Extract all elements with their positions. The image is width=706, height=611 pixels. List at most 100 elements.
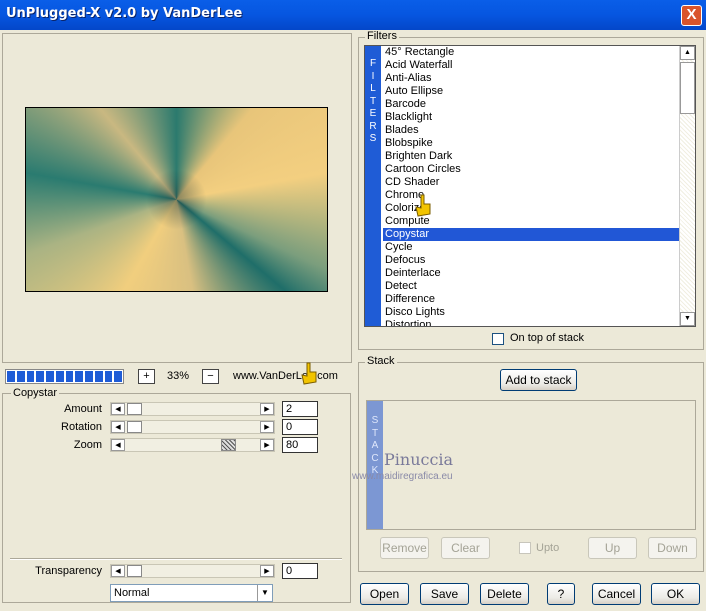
filter-item[interactable]: Blades bbox=[383, 124, 680, 137]
slider-right-arrow-icon[interactable]: ▶ bbox=[260, 421, 274, 433]
blend-mode-select[interactable]: Normal ▼ bbox=[110, 584, 273, 602]
help-button[interactable]: ? bbox=[547, 583, 575, 605]
rotation-slider-thumb[interactable] bbox=[127, 421, 142, 433]
chevron-down-icon[interactable]: ▼ bbox=[257, 585, 272, 601]
cancel-button[interactable]: Cancel bbox=[592, 583, 641, 605]
slider-right-arrow-icon[interactable]: ▶ bbox=[260, 403, 274, 415]
zoom-level: 33% bbox=[166, 370, 190, 382]
band-letter: R bbox=[369, 120, 377, 132]
slider-right-arrow-icon[interactable]: ▶ bbox=[260, 565, 274, 577]
preview-panel bbox=[2, 33, 352, 363]
filters-scrollbar[interactable]: ▲ ▼ bbox=[679, 46, 695, 326]
param-label-transparency: Transparency bbox=[35, 565, 102, 577]
website-link[interactable]: www.VanDerLee.com bbox=[233, 370, 338, 382]
zoom-in-button[interactable]: + bbox=[138, 369, 155, 384]
progress-segment bbox=[65, 371, 74, 382]
rotation-input[interactable]: 0 bbox=[282, 419, 318, 435]
filter-item[interactable]: Disco Lights bbox=[383, 306, 680, 319]
filter-item[interactable]: Detect bbox=[383, 280, 680, 293]
on-top-checkbox[interactable] bbox=[492, 333, 504, 345]
progress-segment bbox=[94, 371, 103, 382]
zoom-slider[interactable]: ◀ ▶ bbox=[110, 438, 275, 452]
params-group-label: Copystar bbox=[11, 387, 60, 399]
filters-items: 45° Rectangle Acid Waterfall Anti-Alias Aut… bbox=[383, 46, 680, 326]
on-top-label: On top of stack bbox=[510, 332, 584, 344]
filter-item[interactable]: Difference bbox=[383, 293, 680, 306]
param-label-zoom: Zoom bbox=[73, 439, 102, 451]
band-letter: S bbox=[371, 415, 379, 426]
filters-list[interactable]: FILTERS 45° Rectangle Acid Waterfall Anti-… bbox=[364, 45, 696, 327]
band-letter: A bbox=[371, 440, 379, 451]
remove-button[interactable]: Remove bbox=[380, 537, 429, 559]
param-label-amount: Amount bbox=[64, 403, 102, 415]
progress-segment bbox=[85, 371, 93, 382]
filter-item[interactable]: Blobspike bbox=[383, 137, 680, 150]
zoom-out-button[interactable]: − bbox=[202, 369, 219, 384]
progress-segment bbox=[75, 371, 83, 382]
band-letter: C bbox=[371, 452, 379, 464]
filter-item[interactable]: Brighten Dark bbox=[383, 150, 680, 163]
slider-left-arrow-icon[interactable]: ◀ bbox=[111, 403, 125, 415]
add-to-stack-button[interactable]: Add to stack bbox=[500, 369, 577, 391]
amount-slider[interactable]: ◀ ▶ bbox=[110, 402, 275, 416]
filter-item[interactable]: Blacklight bbox=[383, 111, 680, 124]
band-letter: I bbox=[371, 70, 375, 82]
filter-item[interactable]: Distortion bbox=[383, 319, 680, 326]
watermark-url: www.maidiregrafica.eu bbox=[352, 471, 453, 482]
stack-band: STACK bbox=[367, 401, 383, 529]
filters-scroll-thumb[interactable] bbox=[680, 62, 695, 114]
progress-segment bbox=[104, 371, 113, 382]
slider-left-arrow-icon[interactable]: ◀ bbox=[111, 421, 125, 433]
open-button[interactable]: Open bbox=[360, 583, 409, 605]
filter-item[interactable]: Deinterlace bbox=[383, 267, 680, 280]
filter-item[interactable]: Auto Ellipse bbox=[383, 85, 680, 98]
transparency-slider-thumb[interactable] bbox=[127, 565, 142, 577]
filters-band: FILTERS bbox=[365, 46, 381, 326]
transparency-slider[interactable]: ◀ ▶ bbox=[110, 564, 275, 578]
zoom-input[interactable]: 80 bbox=[282, 437, 318, 453]
rotation-slider[interactable]: ◀ ▶ bbox=[110, 420, 275, 434]
hand-pointer-icon bbox=[301, 362, 317, 385]
transparency-input[interactable]: 0 bbox=[282, 563, 318, 579]
filter-item[interactable]: Defocus bbox=[383, 254, 680, 267]
clear-button[interactable]: Clear bbox=[441, 537, 490, 559]
filters-group-label: Filters bbox=[365, 30, 399, 42]
progress-segment bbox=[36, 371, 44, 382]
down-button[interactable]: Down bbox=[648, 537, 697, 559]
slider-left-arrow-icon[interactable]: ◀ bbox=[111, 439, 125, 451]
upto-label: Upto bbox=[536, 542, 560, 554]
band-letter: L bbox=[370, 83, 376, 94]
window-title: UnPlugged-X v2.0 by VanDerLee bbox=[6, 6, 243, 21]
scroll-down-arrow-icon[interactable]: ▼ bbox=[680, 312, 695, 326]
filter-item[interactable]: Barcode bbox=[383, 98, 680, 111]
band-letter: E bbox=[369, 108, 377, 119]
close-button[interactable]: X bbox=[681, 5, 702, 26]
filter-item[interactable]: Acid Waterfall bbox=[383, 59, 680, 72]
progress-segment bbox=[114, 371, 122, 382]
filter-item[interactable]: Anti-Alias bbox=[383, 72, 680, 85]
upto-checkbox[interactable] bbox=[519, 542, 531, 554]
filter-item[interactable]: CD Shader bbox=[383, 176, 680, 189]
slider-left-arrow-icon[interactable]: ◀ bbox=[111, 565, 125, 577]
progress-segment bbox=[55, 371, 64, 382]
filter-item[interactable]: Copystar bbox=[383, 228, 680, 241]
band-letter: T bbox=[369, 95, 377, 107]
up-button[interactable]: Up bbox=[588, 537, 637, 559]
scroll-up-arrow-icon[interactable]: ▲ bbox=[680, 46, 695, 60]
preview-image[interactable] bbox=[25, 107, 328, 292]
slider-right-arrow-icon[interactable]: ▶ bbox=[260, 439, 274, 451]
save-button[interactable]: Save bbox=[420, 583, 469, 605]
progress-bar bbox=[5, 369, 124, 384]
amount-input[interactable]: 2 bbox=[282, 401, 318, 417]
progress-segment bbox=[26, 371, 35, 382]
band-letter: F bbox=[369, 58, 377, 69]
zoom-slider-thumb[interactable] bbox=[221, 439, 236, 451]
filter-item[interactable]: 45° Rectangle bbox=[383, 46, 680, 59]
band-letter: T bbox=[371, 427, 379, 439]
delete-button[interactable]: Delete bbox=[480, 583, 529, 605]
progress-segment bbox=[16, 371, 25, 382]
filter-item[interactable]: Cycle bbox=[383, 241, 680, 254]
filter-item[interactable]: Cartoon Circles bbox=[383, 163, 680, 176]
amount-slider-thumb[interactable] bbox=[127, 403, 142, 415]
ok-button[interactable]: OK bbox=[651, 583, 700, 605]
